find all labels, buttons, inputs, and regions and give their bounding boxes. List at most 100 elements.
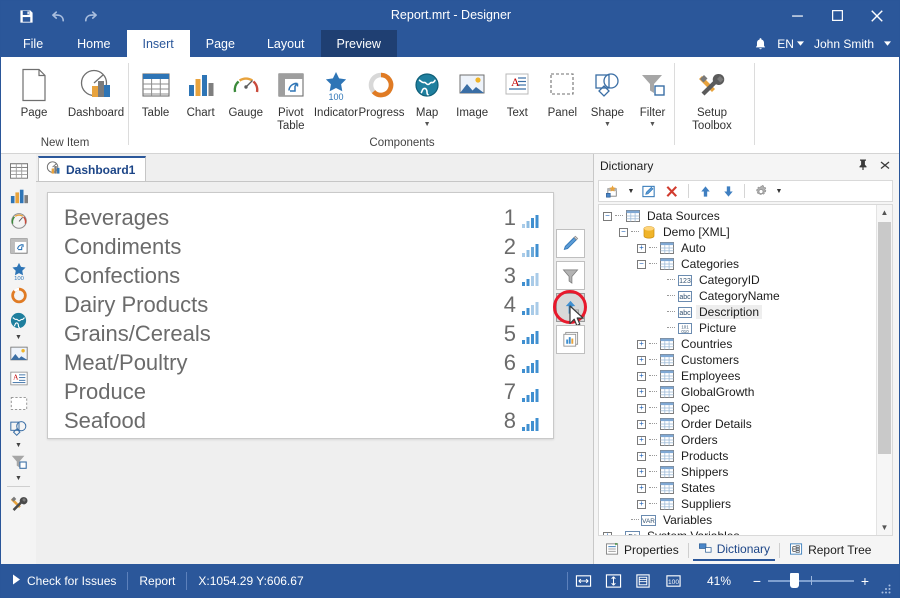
expander-minus-icon[interactable]: −: [619, 227, 628, 237]
left-tool-text[interactable]: A: [5, 366, 32, 391]
user-account[interactable]: John Smith: [814, 37, 874, 51]
list-item[interactable]: Produce 7: [64, 377, 539, 406]
tree-node-products[interactable]: + Products: [599, 448, 876, 464]
ribbon-button-page[interactable]: Page: [5, 61, 63, 120]
list-item[interactable]: Grains/Cereals 5: [64, 319, 539, 348]
left-tool-pivot-table[interactable]: [5, 233, 32, 258]
save-icon[interactable]: [15, 5, 37, 27]
check-for-issues-button[interactable]: Check for Issues: [1, 564, 127, 597]
ribbon-button-text[interactable]: A Text: [495, 61, 540, 120]
account-chevron-down-icon[interactable]: [884, 41, 895, 46]
filter-button[interactable]: [556, 261, 585, 290]
ribbon-button-panel[interactable]: Panel: [540, 61, 585, 120]
tree-node-data-sources[interactable]: − Data Sources: [599, 208, 876, 224]
list-item[interactable]: Meat/Poultry 6: [64, 348, 539, 377]
gear-icon[interactable]: [751, 182, 771, 200]
left-tool-map[interactable]: [5, 308, 32, 333]
left-tool-filter-chevron-down-icon[interactable]: ▼: [5, 474, 32, 482]
tree-node-system-variables[interactable]: + Σ# System Variables: [599, 528, 876, 535]
zoom-slider-thumb[interactable]: [790, 573, 799, 588]
list-item[interactable]: Dairy Products 4: [64, 290, 539, 319]
left-tool-setup-toolbox[interactable]: [5, 491, 32, 516]
tab-properties[interactable]: Properties: [600, 541, 684, 560]
single-page-button[interactable]: [628, 564, 658, 597]
expander-plus-icon[interactable]: +: [637, 483, 646, 493]
expander-plus-icon[interactable]: +: [637, 451, 646, 461]
tree-node-countries[interactable]: + Countries: [599, 336, 876, 352]
expander-minus-icon[interactable]: −: [603, 211, 612, 221]
scroll-down-arrow-icon[interactable]: ▼: [877, 520, 892, 535]
report-page[interactable]: Beverages 1 Condiments 2 Confections 3 D…: [47, 192, 554, 439]
edit-icon[interactable]: [639, 182, 659, 200]
language-selector[interactable]: EN: [777, 37, 804, 51]
pin-icon[interactable]: [857, 158, 869, 174]
tree-node-opec[interactable]: + Opec: [599, 400, 876, 416]
expander-plus-icon[interactable]: +: [637, 243, 646, 253]
arrow-up-icon[interactable]: [695, 182, 715, 200]
expander-plus-icon[interactable]: +: [637, 499, 646, 509]
ribbon-button-filter[interactable]: Filter ▼: [630, 61, 675, 129]
tree-node-globalgrowth[interactable]: + GlobalGrowth: [599, 384, 876, 400]
left-tool-image[interactable]: [5, 341, 32, 366]
tree-node-states[interactable]: + States: [599, 480, 876, 496]
filter-chevron-down-icon[interactable]: ▼: [649, 121, 656, 129]
ribbon-button-indicator[interactable]: 100 Indicator: [313, 61, 358, 120]
expander-plus-icon[interactable]: +: [637, 339, 646, 349]
canvas-scroll-area[interactable]: Beverages 1 Condiments 2 Confections 3 D…: [36, 181, 594, 564]
left-tool-progress[interactable]: [5, 283, 32, 308]
move-up-button[interactable]: [553, 290, 587, 327]
close-icon[interactable]: [879, 159, 891, 174]
list-item[interactable]: Seafood 8: [64, 406, 539, 435]
expander-plus-icon[interactable]: +: [637, 355, 646, 365]
left-tool-table[interactable]: [5, 158, 32, 183]
zoom-slider-track[interactable]: [768, 564, 854, 597]
tree-node-variables[interactable]: VAR Variables: [599, 512, 876, 528]
settings-chevron-down-icon[interactable]: ▼: [774, 182, 784, 200]
tab-insert[interactable]: Insert: [126, 30, 190, 57]
ribbon-button-table[interactable]: Table: [133, 61, 178, 120]
map-chevron-down-icon[interactable]: ▼: [424, 121, 431, 129]
fit-width-button[interactable]: [568, 564, 598, 597]
tree-node-categoryid[interactable]: 123 CategoryID: [599, 272, 876, 288]
dictionary-tree-scrollbar[interactable]: ▲ ▼: [876, 205, 892, 535]
tab-file[interactable]: File: [1, 30, 61, 57]
tree-node-demo-xml[interactable]: − Demo [XML]: [599, 224, 876, 240]
expander-plus-icon[interactable]: +: [603, 531, 612, 535]
undo-icon[interactable]: [47, 5, 69, 27]
list-item[interactable]: Condiments 2: [64, 232, 539, 261]
zoom-out-button[interactable]: −: [746, 564, 768, 597]
expander-plus-icon[interactable]: +: [637, 371, 646, 381]
tab-home[interactable]: Home: [61, 30, 126, 57]
tree-node-auto[interactable]: + Auto: [599, 240, 876, 256]
maximize-button[interactable]: [817, 1, 857, 30]
ribbon-button-dashboard[interactable]: Dashboard: [63, 61, 129, 120]
zoom-in-button[interactable]: +: [854, 564, 876, 597]
ribbon-button-setup-toolbox[interactable]: Setup Toolbox: [683, 61, 741, 133]
scrollbar-thumb[interactable]: [878, 222, 891, 454]
resize-grip[interactable]: [876, 562, 895, 597]
bell-icon[interactable]: [754, 37, 767, 51]
report-button[interactable]: Report: [128, 564, 186, 597]
tree-node-orders[interactable]: + Orders: [599, 432, 876, 448]
tab-layout[interactable]: Layout: [251, 30, 321, 57]
zoom-100-button[interactable]: 100: [658, 564, 688, 597]
tree-node-categoryname[interactable]: abc CategoryName: [599, 288, 876, 304]
tree-node-suppliers[interactable]: + Suppliers: [599, 496, 876, 512]
redo-icon[interactable]: [79, 5, 101, 27]
dictionary-tree[interactable]: − Data Sources − Demo [XML] + Auto − Cat…: [598, 204, 893, 536]
document-tab-dashboard1[interactable]: Dashboard1: [38, 156, 147, 181]
ribbon-button-map[interactable]: Map ▼: [405, 61, 450, 129]
list-item[interactable]: Confections 3: [64, 261, 539, 290]
ribbon-button-pivot-table[interactable]: Pivot Table: [268, 61, 313, 133]
arrow-down-icon[interactable]: [718, 182, 738, 200]
fit-page-button[interactable]: [598, 564, 628, 597]
expander-plus-icon[interactable]: +: [637, 403, 646, 413]
category-list-component[interactable]: Beverages 1 Condiments 2 Confections 3 D…: [48, 193, 553, 438]
ribbon-button-chart[interactable]: Chart: [178, 61, 223, 120]
tree-node-order-details[interactable]: + Order Details: [599, 416, 876, 432]
left-tool-gauge[interactable]: [5, 208, 32, 233]
delete-x-icon[interactable]: [662, 182, 682, 200]
ribbon-button-gauge[interactable]: Gauge: [223, 61, 268, 120]
new-item-chevron-down-icon[interactable]: ▼: [626, 182, 636, 200]
expander-plus-icon[interactable]: +: [637, 435, 646, 445]
